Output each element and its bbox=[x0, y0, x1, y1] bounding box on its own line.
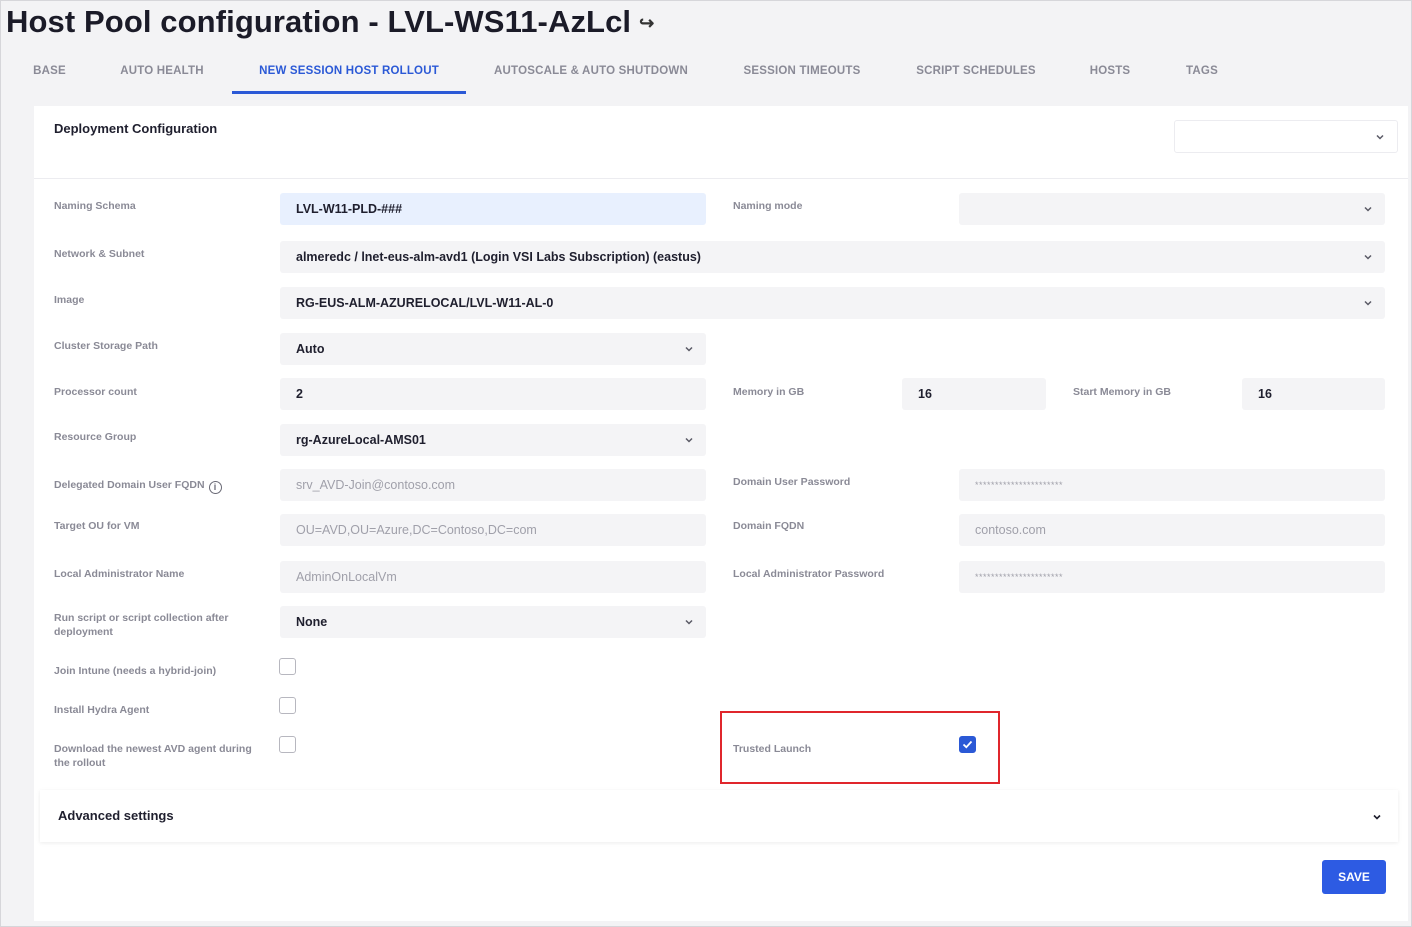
start-memory-gb-input[interactable]: 16 bbox=[1242, 378, 1385, 410]
memory-gb-input[interactable]: 16 bbox=[902, 378, 1046, 410]
deployment-config-select[interactable] bbox=[1174, 120, 1398, 153]
image-value: RG-EUS-ALM-AZURELOCAL/LVL-W11-AL-0 bbox=[296, 296, 554, 310]
processor-count-label: Processor count bbox=[54, 386, 137, 398]
run-script-select[interactable]: None bbox=[280, 606, 706, 638]
domain-fqdn-label: Domain FQDN bbox=[733, 520, 805, 532]
network-subnet-select[interactable]: almeredc / lnet-eus-alm-avd1 (Login VSI … bbox=[280, 241, 1385, 273]
tab-script-schedules[interactable]: SCRIPT SCHEDULES bbox=[904, 56, 1048, 94]
chevron-down-icon bbox=[1372, 809, 1382, 827]
resource-group-label: Resource Group bbox=[54, 431, 137, 443]
download-avd-label-line1: Download the newest AVD agent during bbox=[54, 743, 252, 755]
naming-mode-select[interactable] bbox=[959, 193, 1385, 225]
domain-user-password-label: Domain User Password bbox=[733, 476, 851, 488]
cluster-storage-path-select[interactable]: Auto bbox=[280, 333, 706, 365]
local-admin-name-label: Local Administrator Name bbox=[54, 568, 185, 580]
delegated-domain-user-label: Delegated Domain User FQDN i bbox=[54, 478, 222, 494]
checkmark-icon bbox=[962, 740, 973, 749]
run-script-label-line1: Run script or script collection after bbox=[54, 612, 229, 624]
chevron-down-icon bbox=[1363, 193, 1373, 225]
naming-schema-input[interactable]: LVL-W11-PLD-### bbox=[280, 193, 706, 225]
target-ou-label: Target OU for VM bbox=[54, 520, 140, 532]
page-title: Host Pool configuration - LVL-WS11-AzLcl… bbox=[6, 4, 654, 40]
chevron-down-icon bbox=[684, 606, 694, 638]
download-avd-label-line2: the rollout bbox=[54, 757, 106, 769]
tab-autoscale-auto-shutdown[interactable]: AUTOSCALE & AUTO SHUTDOWN bbox=[482, 56, 700, 94]
advanced-settings-accordion[interactable]: Advanced settings bbox=[40, 790, 1398, 842]
run-script-value: None bbox=[296, 615, 328, 629]
install-hydra-checkbox[interactable] bbox=[279, 697, 296, 714]
image-select[interactable]: RG-EUS-ALM-AZURELOCAL/LVL-W11-AL-0 bbox=[280, 287, 1385, 319]
image-label: Image bbox=[54, 294, 85, 306]
memory-gb-label: Memory in GB bbox=[733, 386, 805, 398]
network-subnet-value: almeredc / lnet-eus-alm-avd1 (Login VSI … bbox=[296, 250, 701, 264]
cluster-storage-path-label: Cluster Storage Path bbox=[54, 340, 158, 352]
naming-schema-label: Naming Schema bbox=[54, 200, 136, 212]
undo-arrow-icon[interactable]: ↩ bbox=[639, 13, 654, 34]
start-memory-gb-label: Start Memory in GB bbox=[1073, 386, 1172, 398]
cluster-storage-path-value: Auto bbox=[296, 342, 325, 356]
save-button[interactable]: SAVE bbox=[1322, 860, 1386, 894]
run-script-label: Run script or script collection after de… bbox=[54, 611, 228, 639]
install-hydra-label: Install Hydra Agent bbox=[54, 704, 150, 716]
chevron-down-icon bbox=[684, 424, 694, 456]
download-avd-label: Download the newest AVD agent during the… bbox=[54, 742, 252, 770]
network-subnet-label: Network & Subnet bbox=[54, 248, 145, 260]
chevron-down-icon bbox=[1363, 287, 1373, 319]
page-title-text: Host Pool configuration - LVL-WS11-AzLcl bbox=[6, 4, 632, 39]
tab-base[interactable]: BASE bbox=[22, 56, 77, 94]
info-icon[interactable]: i bbox=[208, 481, 222, 494]
delegated-domain-user-label-text: Delegated Domain User FQDN bbox=[54, 479, 205, 491]
processor-count-input[interactable]: 2 bbox=[280, 378, 706, 410]
join-intune-label: Join Intune (needs a hybrid-join) bbox=[54, 665, 217, 677]
delegated-domain-user-input[interactable]: srv_AVD-Join@contoso.com bbox=[280, 469, 706, 501]
tab-session-timeouts[interactable]: SESSION TIMEOUTS bbox=[730, 56, 874, 94]
join-intune-checkbox[interactable] bbox=[279, 658, 296, 675]
trusted-launch-label: Trusted Launch bbox=[733, 743, 812, 755]
tab-bar: BASE AUTO HEALTH NEW SESSION HOST ROLLOU… bbox=[0, 56, 1412, 94]
panel-divider bbox=[34, 178, 1408, 179]
domain-fqdn-input[interactable]: contoso.com bbox=[959, 514, 1385, 546]
local-admin-password-label: Local Administrator Password bbox=[733, 568, 885, 580]
chevron-down-icon bbox=[684, 333, 694, 365]
target-ou-input[interactable]: OU=AVD,OU=Azure,DC=Contoso,DC=com bbox=[280, 514, 706, 546]
tab-hosts[interactable]: HOSTS bbox=[1080, 56, 1140, 94]
tab-auto-health[interactable]: AUTO HEALTH bbox=[108, 56, 216, 94]
local-admin-password-input[interactable]: ********************** bbox=[959, 561, 1385, 593]
chevron-down-icon bbox=[1363, 241, 1373, 273]
tab-tags[interactable]: TAGS bbox=[1176, 56, 1228, 94]
section-title: Deployment Configuration bbox=[54, 121, 218, 136]
local-admin-name-input[interactable]: AdminOnLocalVm bbox=[280, 561, 706, 593]
download-avd-checkbox[interactable] bbox=[279, 736, 296, 753]
tab-new-session-host-rollout[interactable]: NEW SESSION HOST ROLLOUT bbox=[232, 56, 466, 94]
chevron-down-icon bbox=[1375, 121, 1385, 145]
resource-group-select[interactable]: rg-AzureLocal-AMS01 bbox=[280, 424, 706, 456]
trusted-launch-checkbox[interactable] bbox=[959, 736, 976, 753]
resource-group-value: rg-AzureLocal-AMS01 bbox=[296, 433, 426, 447]
advanced-settings-title: Advanced settings bbox=[58, 808, 174, 823]
naming-mode-label: Naming mode bbox=[733, 200, 803, 212]
domain-user-password-input[interactable]: ********************** bbox=[959, 469, 1385, 501]
run-script-label-line2: deployment bbox=[54, 626, 113, 638]
